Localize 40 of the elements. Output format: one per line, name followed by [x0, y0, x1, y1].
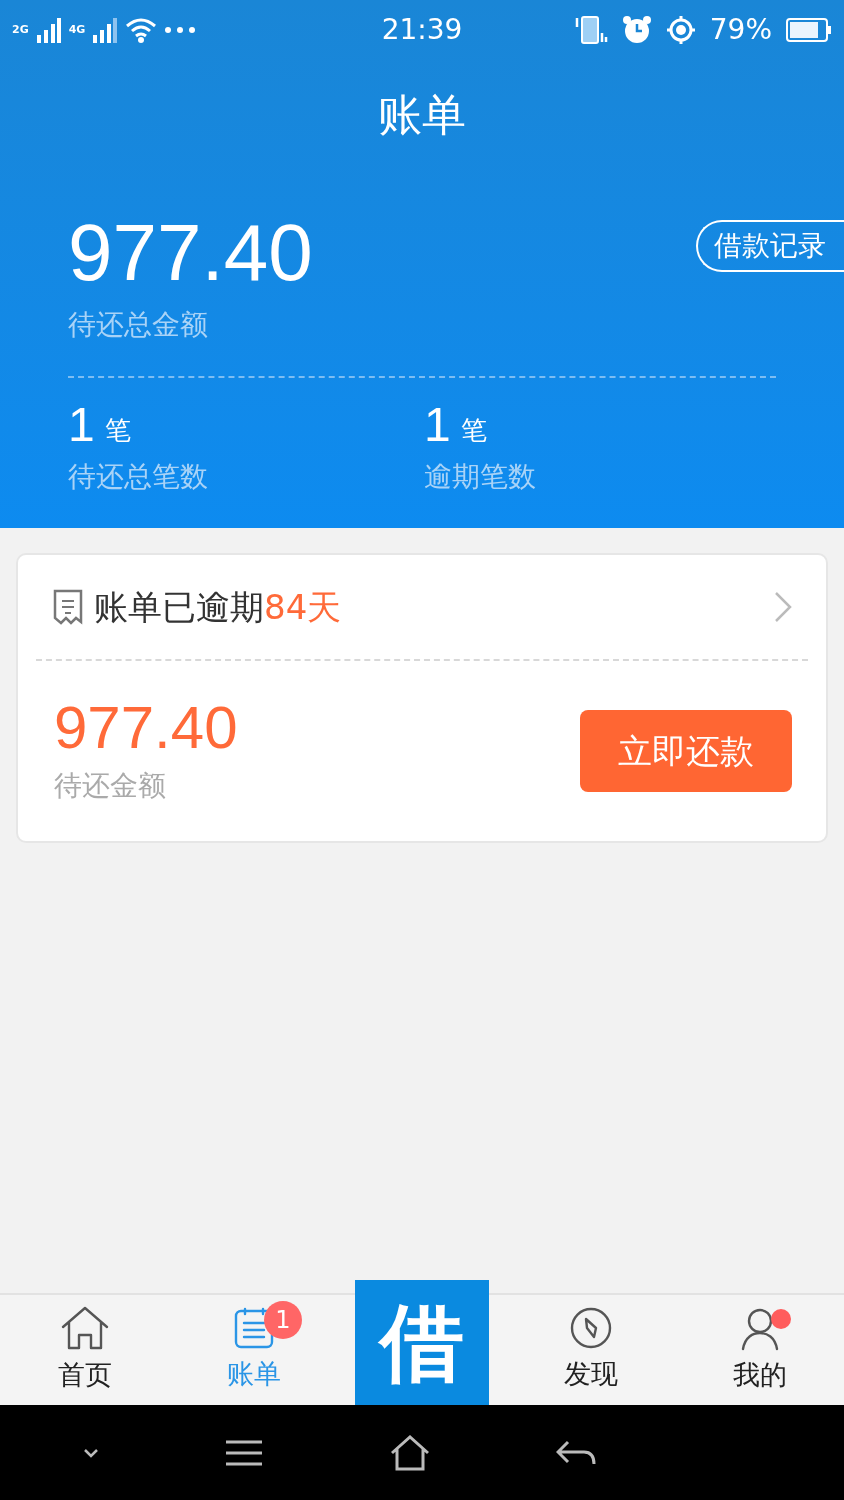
chevron-down-icon[interactable]: [82, 1447, 99, 1458]
page-title: 账单: [378, 88, 466, 142]
overdue-status: 账单已逾期84天: [94, 585, 342, 629]
stat-count: 1: [424, 400, 451, 450]
home-icon: [59, 1304, 110, 1351]
battery-percent: 79%: [709, 12, 772, 48]
tab-item[interactable]: 我的: [675, 1295, 844, 1405]
stat-label: 逾期笔数: [424, 459, 537, 495]
document-icon: [232, 1305, 275, 1350]
bill-card[interactable]: 账单已逾期84天 977.40 待还金额 立即还款: [16, 553, 828, 843]
stat-unit: 笔: [104, 414, 131, 447]
notification-badge: 1: [264, 1301, 302, 1339]
signal-icon: [36, 17, 61, 43]
back-icon[interactable]: [555, 1439, 596, 1466]
signal-icon: [93, 17, 118, 43]
receipt-icon: [52, 588, 84, 626]
tab-item[interactable]: 首页: [0, 1295, 169, 1405]
alarm-icon: [621, 15, 652, 45]
home-icon[interactable]: [390, 1434, 430, 1471]
status-time: 21:39: [380, 12, 464, 48]
location-icon: [665, 15, 696, 45]
total-amount-label: 待还总金额: [68, 307, 209, 343]
due-amount: 977.40: [54, 695, 238, 761]
compass-icon: [568, 1305, 613, 1350]
more-icon: [165, 27, 196, 33]
wifi-icon: [125, 17, 158, 43]
stat-unit: 笔: [460, 414, 487, 447]
total-amount: 977.40: [68, 208, 313, 298]
vibrate-icon: [573, 15, 608, 45]
borrow-tab[interactable]: 借: [355, 1280, 489, 1405]
network-label: 4G: [68, 21, 86, 38]
chevron-right-icon: [774, 591, 792, 623]
tab-item[interactable]: 发现: [506, 1295, 675, 1405]
stat-label: 待还总笔数: [68, 459, 209, 495]
network-label: 2G: [12, 21, 29, 38]
stat-count: 1: [68, 400, 95, 450]
menu-icon[interactable]: [224, 1439, 265, 1466]
due-amount-label: 待还金额: [54, 768, 167, 804]
loan-records-button[interactable]: 借款记录: [696, 220, 844, 272]
battery-icon: [786, 17, 832, 43]
